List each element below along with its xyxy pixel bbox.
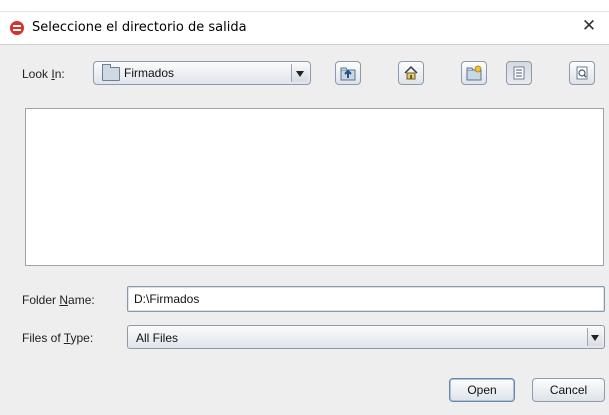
file-list[interactable] [25,108,604,266]
look-in-combo[interactable]: Firmados [93,61,311,85]
list-view-button[interactable] [506,61,532,85]
folder-name-value: D:\Firmados [134,292,200,306]
chevron-down-icon[interactable] [291,64,308,82]
details-view-icon [576,66,588,80]
files-of-type-label: Files of Type: [22,331,94,345]
list-view-icon [513,66,525,80]
open-button[interactable]: Open [449,378,515,402]
details-view-button[interactable] [569,61,595,85]
chevron-down-icon[interactable] [587,328,602,346]
folder-name-label: Folder Name: [22,293,95,307]
title-bar: Seleccione el directorio de salida ✕ [0,0,609,44]
files-of-type-value: All Files [136,331,179,345]
folder-name-input[interactable]: D:\Firmados [127,286,605,312]
close-button[interactable]: ✕ [579,16,599,36]
up-one-level-button[interactable] [335,61,361,85]
new-folder-icon [466,65,482,81]
up-one-level-icon [340,67,356,81]
folder-icon [102,64,120,81]
app-icon [10,21,24,35]
title-separator [0,11,609,12]
look-in-value: Firmados [124,66,175,80]
window-title: Seleccione el directorio de salida [32,20,247,35]
home-button[interactable] [398,61,424,85]
files-of-type-combo[interactable]: All Files [127,325,605,349]
file-chooser-body: Look In: Firmados Folder Name: D:\Firmad… [0,44,609,415]
new-folder-button[interactable] [461,61,487,85]
look-in-label: Look In: [22,67,65,81]
cancel-button[interactable]: Cancel [532,378,605,402]
home-icon [404,65,418,80]
